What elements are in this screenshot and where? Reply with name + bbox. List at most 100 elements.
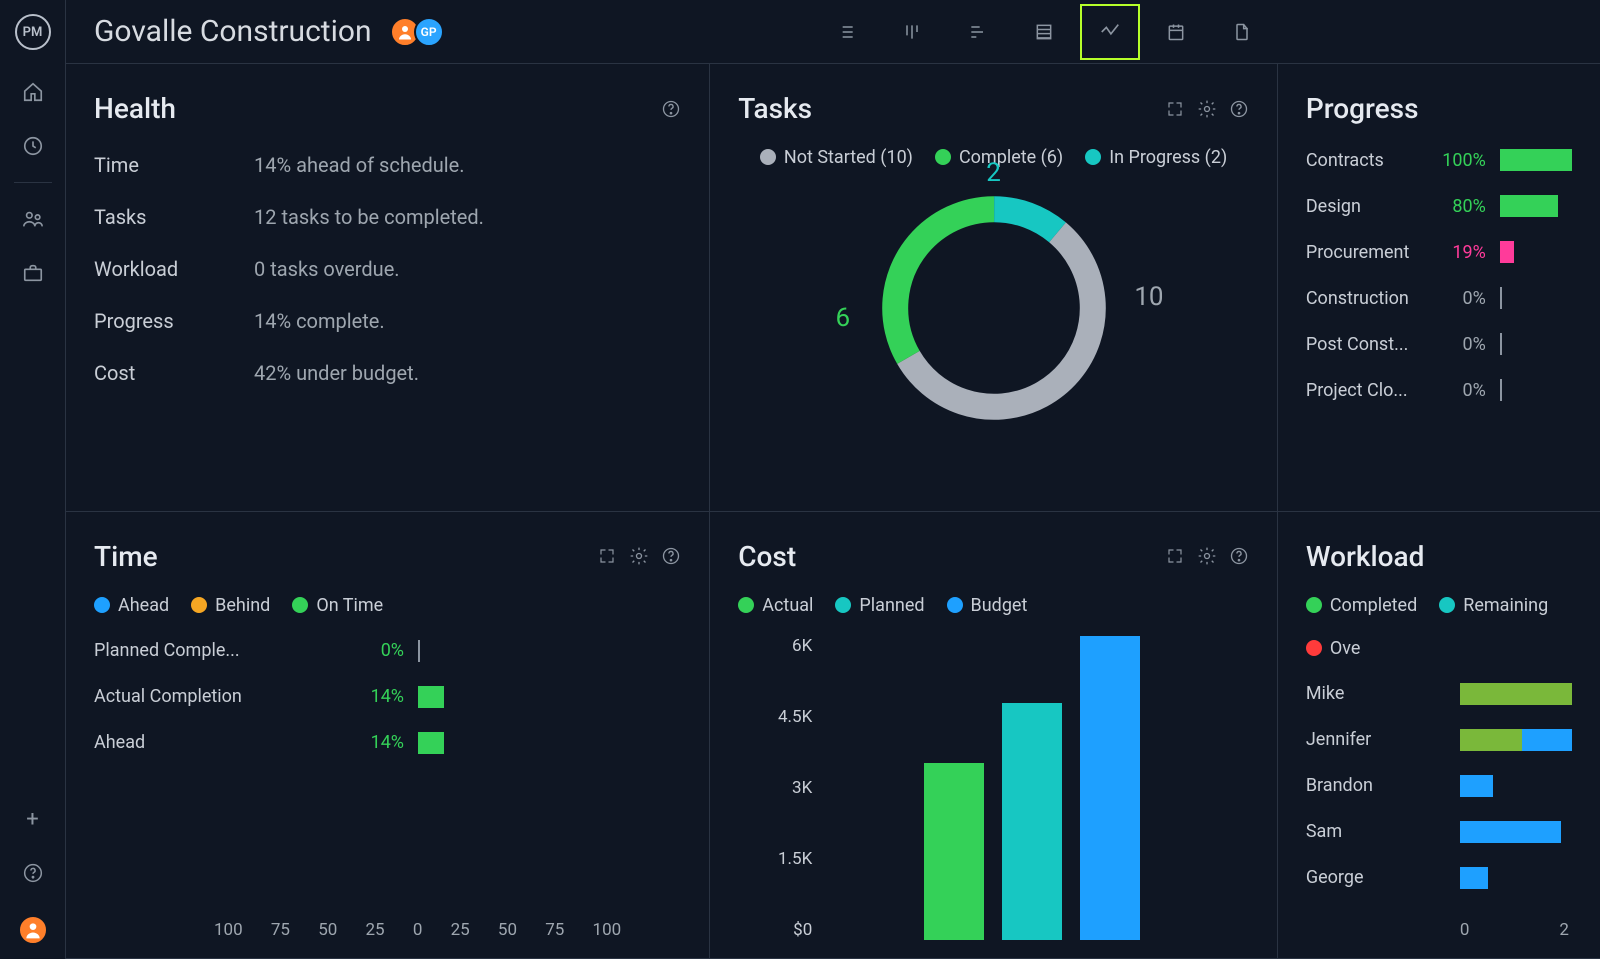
progress-label: Procurement [1306,242,1422,263]
tick: 100 [593,920,622,940]
add-icon[interactable]: + [21,807,45,831]
panel-title: Cost [738,540,796,573]
time-panel: Time AheadBehindOn Time Planned Comple..… [66,512,710,959]
time-legend: AheadBehindOn Time [94,595,681,616]
tasks-panel: Tasks Not Started (10)Complete (6)In Pro… [710,64,1278,512]
legend-item: Remaining [1439,595,1548,616]
progress-label: Contracts [1306,150,1422,171]
progress-bar [1500,149,1572,171]
legend-dot [935,149,951,165]
y-tick: 3K [792,778,812,798]
y-tick: $0 [793,920,812,940]
progress-row: Construction 0% [1306,287,1572,309]
expand-icon[interactable] [597,546,617,566]
panel-title: Time [94,540,158,573]
legend-item: Budget [947,595,1028,616]
workload-axis: 02 [1306,920,1572,940]
y-tick: 4.5K [778,707,812,727]
progress-bar [1500,287,1572,309]
legend-dot [1439,597,1455,613]
workload-bar [1460,729,1572,751]
progress-pct: 100% [1436,150,1486,171]
time-axis: 1007550250255075100 [94,920,681,940]
donut-label-left: 6 [836,303,851,333]
x-tick: 2 [1559,920,1569,940]
time-pct: 14% [348,732,404,753]
recent-icon[interactable] [21,134,45,158]
home-icon[interactable] [21,80,45,104]
top-bar: Govalle Construction GP [66,0,1600,64]
legend-dot [947,597,963,613]
legend-dot [292,597,308,613]
workload-row: George [1306,867,1572,889]
view-sheet-icon[interactable] [1014,4,1074,60]
workload-row: Jennifer [1306,729,1572,751]
time-label: Planned Comple... [94,640,334,661]
help-icon[interactable] [1229,99,1249,119]
help-icon[interactable] [661,99,681,119]
view-files-icon[interactable] [1212,4,1272,60]
progress-bar [1500,195,1572,217]
expand-icon[interactable] [1165,99,1185,119]
time-row: Actual Completion 14% [94,686,681,708]
workload-name: George [1306,867,1446,888]
view-dashboard-icon[interactable] [1080,4,1140,60]
health-row: Time 14% ahead of schedule. [94,153,681,177]
workload-bar [1460,821,1572,843]
workload-name: Sam [1306,821,1446,842]
time-bar [418,732,444,754]
expand-icon[interactable] [1165,546,1185,566]
view-gantt-icon[interactable] [948,4,1008,60]
legend-dot [1085,149,1101,165]
project-title: Govalle Construction [94,14,372,49]
workload-legend: Completed Remaining Ove [1306,595,1572,659]
view-board-icon[interactable] [882,4,942,60]
health-row: Progress 14% complete. [94,309,681,333]
y-tick: 1.5K [778,849,812,869]
progress-label: Construction [1306,288,1422,309]
view-list-icon[interactable] [816,4,876,60]
legend-dot [1306,640,1322,656]
avatar[interactable]: GP [414,17,444,47]
workload-row: Mike [1306,683,1572,705]
app-logo[interactable]: PM [15,14,51,50]
progress-row: Project Clo... 0% [1306,379,1572,401]
legend-dot [94,597,110,613]
help-icon[interactable] [661,546,681,566]
legend-item: Completed [1306,595,1417,616]
tick: 50 [498,920,517,940]
legend-item: Ove [1306,638,1361,659]
help-icon[interactable] [21,861,45,885]
workload-name: Jennifer [1306,729,1446,750]
time-pct: 0% [348,640,404,661]
cost-bar [1002,703,1062,941]
donut-label-right: 10 [1134,282,1163,312]
gear-icon[interactable] [629,546,649,566]
panel-title: Workload [1306,540,1425,573]
legend-item: Ahead [94,595,169,616]
workload-bar [1460,867,1572,889]
project-avatars[interactable]: GP [396,17,444,47]
time-pct: 14% [348,686,404,707]
health-value: 14% ahead of schedule. [254,153,465,177]
legend-dot [1306,597,1322,613]
user-avatar-rail[interactable] [18,915,48,945]
gear-icon[interactable] [1197,99,1217,119]
help-icon[interactable] [1229,546,1249,566]
tick: 100 [214,920,243,940]
gear-icon[interactable] [1197,546,1217,566]
briefcase-icon[interactable] [21,261,45,285]
workload-seg [1460,867,1488,889]
legend-item: On Time [292,595,383,616]
view-calendar-icon[interactable] [1146,4,1206,60]
panel-title: Health [94,92,176,125]
progress-fill [1500,149,1572,171]
progress-pct: 19% [1436,242,1486,263]
cost-chart: 6K4.5K3K1.5K$0 [738,636,1249,941]
people-icon[interactable] [21,207,45,231]
health-value: 0 tasks overdue. [254,257,400,281]
progress-row: Design 80% [1306,195,1572,217]
progress-pct: 80% [1436,196,1486,217]
workload-panel: Workload Completed Remaining Ove Mike Jenn… [1278,512,1600,959]
cost-legend: ActualPlannedBudget [738,595,1249,616]
